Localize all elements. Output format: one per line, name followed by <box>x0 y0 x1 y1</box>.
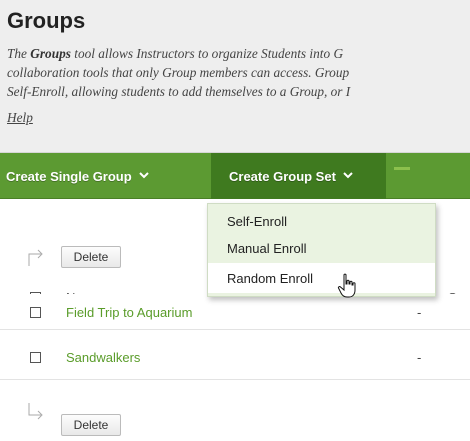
description-line-1: The Groups tool allows Instructors to or… <box>7 44 470 63</box>
delete-button-top[interactable]: Delete <box>61 246 121 268</box>
create-single-group-label: Create Single Group <box>6 168 132 184</box>
menu-item-random-enroll[interactable]: Random Enroll <box>208 263 435 293</box>
row-arrow-icon <box>28 249 43 266</box>
action-bar: Create Single Group Create Group Set <box>0 153 470 199</box>
create-group-set-button[interactable]: Create Group Set <box>211 153 386 199</box>
create-group-set-label: Create Group Set <box>229 168 336 184</box>
chevron-down-icon <box>343 171 353 182</box>
action-bar-separator <box>394 167 410 170</box>
create-single-group-button[interactable]: Create Single Group <box>6 153 149 199</box>
table-row: Field Trip to Aquarium - <box>0 294 470 330</box>
group-name-link[interactable]: Sandwalkers <box>66 350 140 365</box>
group-set-value: - <box>417 305 422 320</box>
menu-item-manual-enroll[interactable]: Manual Enroll <box>208 235 435 261</box>
desc-prefix: The <box>7 46 31 61</box>
table-row: Sandwalkers - <box>0 330 470 380</box>
row-checkbox[interactable] <box>30 307 41 318</box>
description-line-3: Self-Enroll, allowing students to add th… <box>7 84 351 99</box>
delete-button-bottom[interactable]: Delete <box>61 414 121 436</box>
description-line-2: collaboration tools that only Group memb… <box>7 65 350 80</box>
tool-description: The Groups tool allows Instructors to or… <box>7 44 470 101</box>
desc-bold-groups: Groups <box>30 46 71 61</box>
desc-suffix: tool allows Instructors to organize Stud… <box>70 46 344 61</box>
chevron-down-icon <box>138 171 149 182</box>
group-name-link[interactable]: Field Trip to Aquarium <box>66 305 192 320</box>
help-link[interactable]: Help <box>7 110 33 126</box>
page-title: Groups <box>7 8 86 33</box>
menu-item-self-enroll[interactable]: Self-Enroll <box>208 208 435 234</box>
pointer-hand-icon <box>337 273 356 298</box>
group-set-value: - <box>417 350 422 365</box>
row-checkbox[interactable] <box>30 352 41 363</box>
group-set-dropdown-menu: Self-Enroll Manual Enroll Random Enroll <box>207 203 436 297</box>
page-header: Groups The Groups tool allows Instructor… <box>0 0 470 153</box>
row-arrow-icon <box>28 403 43 420</box>
